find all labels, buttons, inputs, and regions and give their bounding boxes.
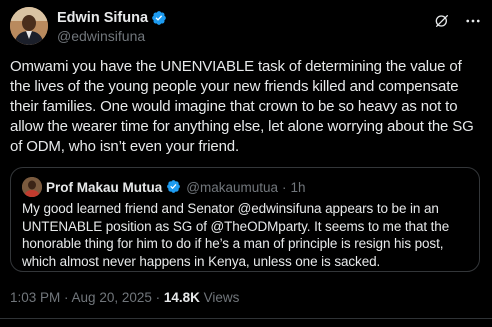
quoted-author-name: Prof Makau Mutua bbox=[46, 179, 163, 195]
quoted-separator: · bbox=[282, 179, 287, 195]
quoted-author-handle: @makaumutua bbox=[186, 179, 279, 195]
quoted-author-avatar bbox=[22, 177, 42, 197]
meta-separator: · bbox=[60, 290, 72, 305]
more-icon[interactable] bbox=[464, 12, 482, 35]
grok-icon[interactable] bbox=[434, 13, 450, 34]
quoted-timestamp: 1h bbox=[290, 179, 306, 195]
header-actions bbox=[434, 12, 482, 35]
author-avatar[interactable] bbox=[10, 7, 48, 45]
author-handle[interactable]: @edwinsifuna bbox=[57, 28, 167, 44]
views-count[interactable]: 14.8K bbox=[164, 290, 200, 305]
quoted-tweet-card[interactable]: Prof Makau Mutua @makaumutua · 1h My goo… bbox=[10, 167, 480, 272]
meta-separator: · bbox=[151, 290, 164, 305]
divider bbox=[0, 318, 492, 319]
views-label: Views bbox=[199, 290, 240, 305]
quoted-tweet-header: Prof Makau Mutua @makaumutua · 1h bbox=[22, 177, 306, 197]
verified-badge-icon bbox=[151, 10, 167, 26]
author-display-name[interactable]: Edwin Sifuna bbox=[57, 10, 148, 26]
tweet-meta: 1:03 PM · Aug 20, 2025 · 14.8K Views bbox=[10, 290, 239, 305]
quoted-tweet-text: My good learned friend and Senator @edwi… bbox=[22, 201, 450, 269]
tweet-text: Omwami you have the UNENVIABLE task of d… bbox=[10, 58, 474, 155]
tweet-header: Edwin Sifuna @edwinsifuna bbox=[10, 6, 482, 46]
tweet-time[interactable]: 1:03 PM bbox=[10, 290, 60, 305]
author-name-block: Edwin Sifuna @edwinsifuna bbox=[57, 9, 167, 44]
avatar-image bbox=[10, 7, 48, 45]
quoted-verified-badge-icon bbox=[166, 179, 182, 195]
tweet-date[interactable]: Aug 20, 2025 bbox=[72, 290, 152, 305]
